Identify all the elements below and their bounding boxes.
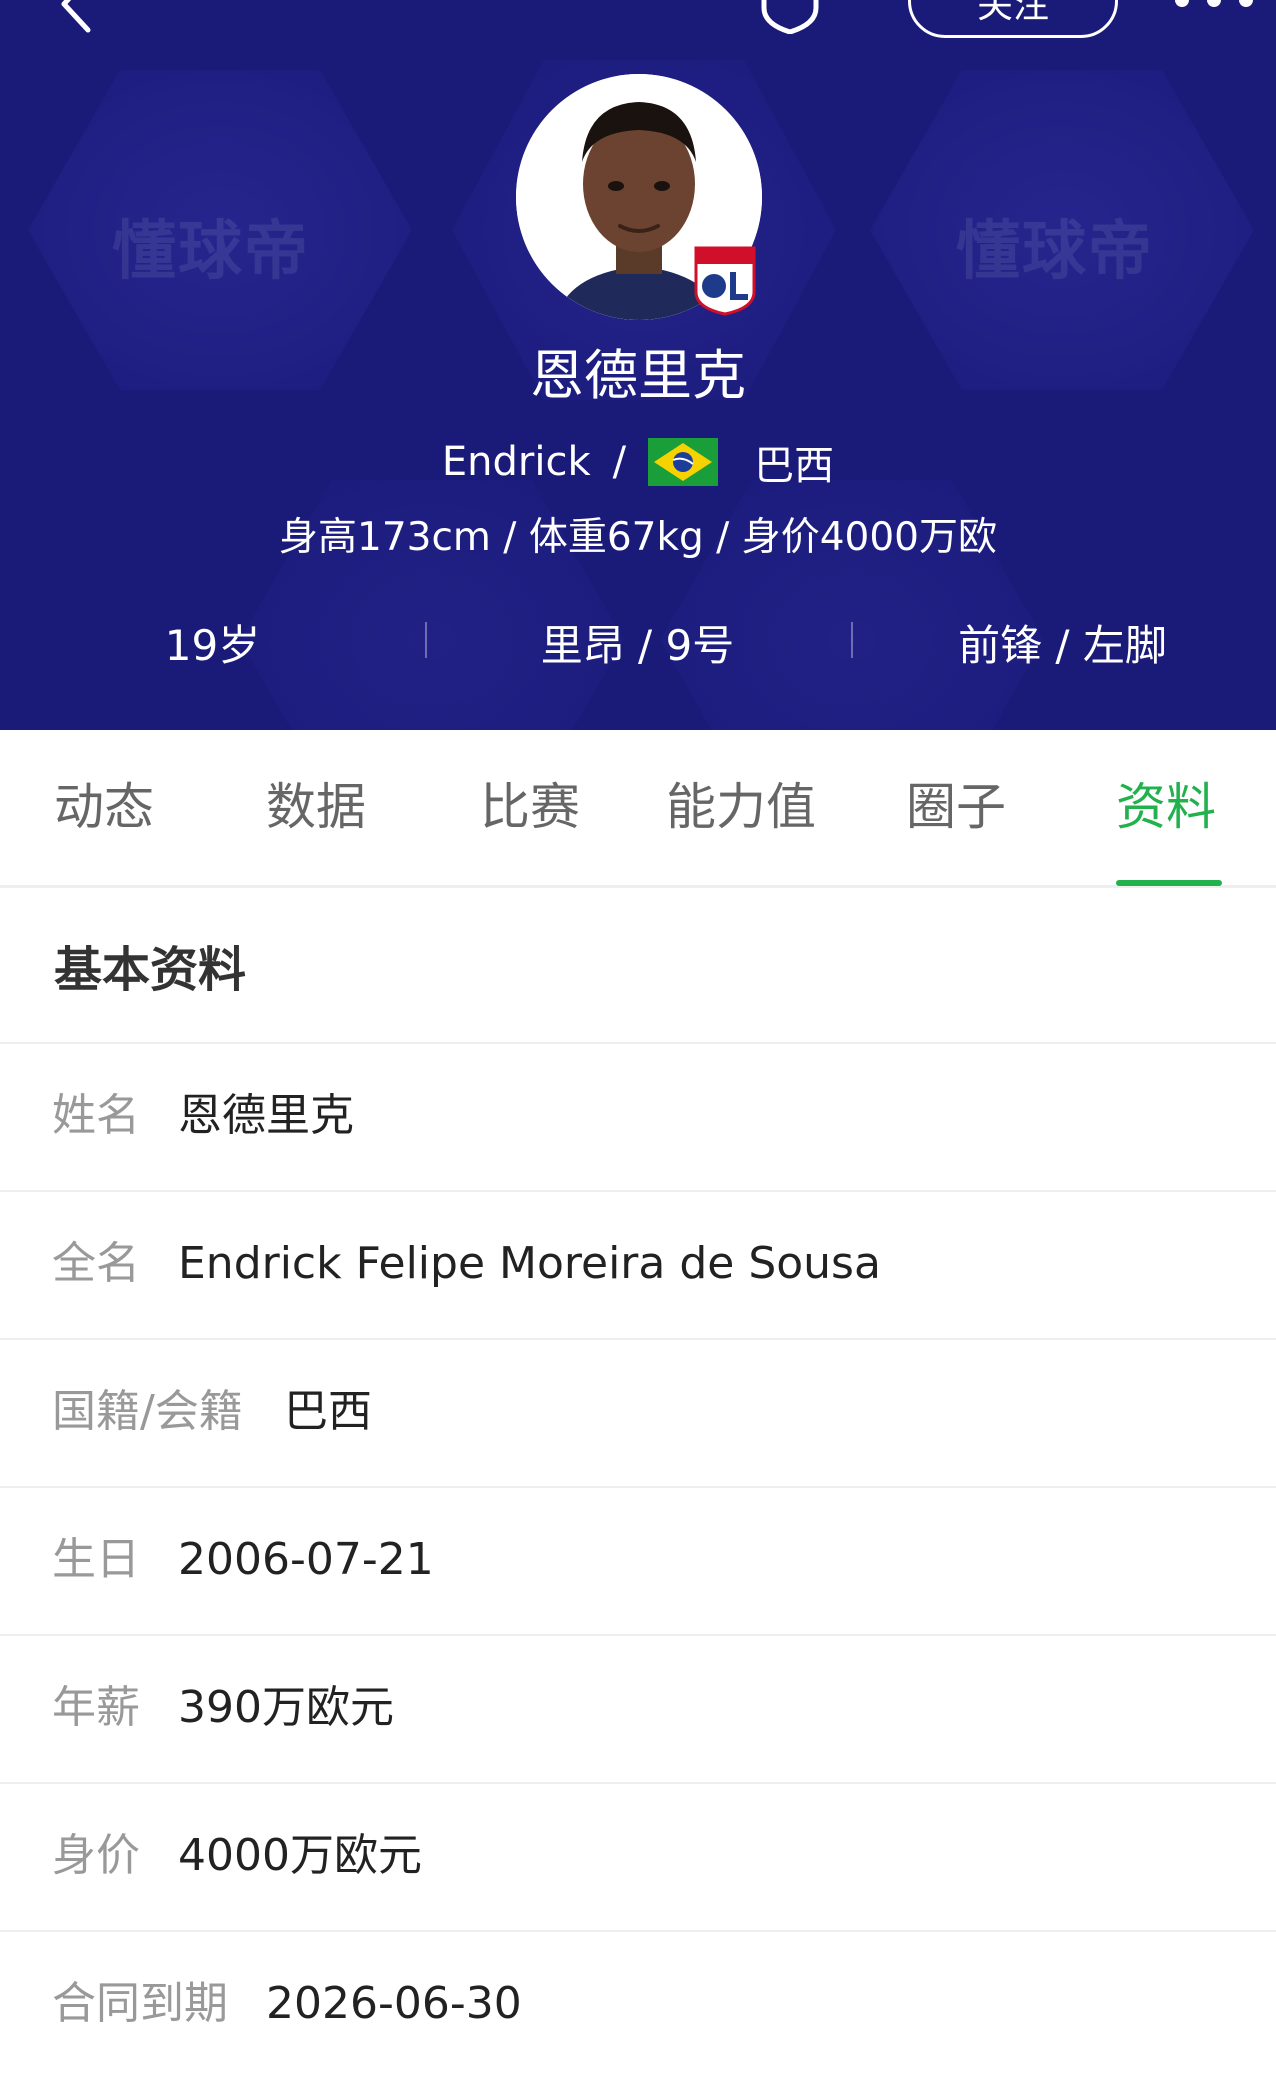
player-nationality: 巴西 (754, 443, 835, 489)
watermark-right: 懂球帝 (956, 215, 1154, 289)
tab-matches[interactable]: 比赛 (480, 772, 580, 842)
info-row-birthday: 生日 2006-07-21 (0, 1488, 1276, 1636)
info-value: 2026-06-30 (266, 1978, 522, 2029)
tab-ability[interactable]: 能力值 (666, 772, 816, 842)
info-value: 390万欧元 (178, 1682, 394, 1733)
info-label: 姓名 (52, 1090, 140, 1141)
tab-feed[interactable]: 动态 (54, 772, 154, 842)
shield-icon[interactable] (756, 0, 824, 34)
section-title: 基本资料 (54, 942, 247, 998)
active-tab-indicator (1116, 880, 1222, 886)
nationality-row: Endrick / 巴西 (0, 432, 1276, 492)
tab-profile[interactable]: 资料 (1116, 772, 1216, 842)
info-label: 合同到期 (52, 1978, 228, 2029)
info-row-salary: 年薪 390万欧元 (0, 1636, 1276, 1784)
follow-button[interactable]: 关注 (908, 0, 1118, 38)
info-row-contract: 合同到期 2026-06-30 (0, 1932, 1276, 2080)
info-value: 2006-07-21 (178, 1534, 434, 1585)
player-position-foot: 前锋 / 左脚 (958, 620, 1167, 670)
brazil-flag-icon (648, 438, 719, 486)
info-label: 年薪 (52, 1682, 140, 1733)
info-label: 国籍/会籍 (52, 1386, 243, 1437)
name-separator: / (612, 439, 627, 485)
info-value: 恩德里克 (178, 1090, 354, 1141)
player-name: 恩德里克 (530, 344, 746, 407)
lyon-club-badge (694, 246, 756, 316)
meta-divider (851, 622, 853, 658)
info-row-name: 姓名 恩德里克 (0, 1044, 1276, 1192)
info-label: 生日 (52, 1534, 140, 1585)
info-value: 巴西 (284, 1386, 372, 1437)
info-row-fullname: 全名 Endrick Felipe Moreira de Sousa (0, 1192, 1276, 1340)
info-value: 4000万欧元 (178, 1830, 422, 1881)
back-arrow-icon[interactable] (44, 0, 114, 40)
player-meta-row: 19岁 里昂 / 9号 前锋 / 左脚 (0, 612, 1276, 672)
tab-bar: 动态 数据 比赛 能力值 圈子 资料 (0, 730, 1276, 888)
player-english-name: Endrick (441, 439, 591, 485)
player-club-number: 里昂 / 9号 (540, 620, 735, 670)
meta-divider (425, 622, 427, 658)
tab-circle[interactable]: 圈子 (906, 772, 1006, 842)
info-value: Endrick Felipe Moreira de Sousa (178, 1238, 881, 1289)
info-label: 身价 (52, 1830, 140, 1881)
player-physical-stats: 身高173cm / 体重67kg / 身价4000万欧 (279, 515, 997, 560)
more-dots-icon[interactable] (1172, 0, 1256, 12)
watermark-left: 懂球帝 (112, 215, 310, 289)
info-label: 全名 (52, 1238, 140, 1289)
tab-stats[interactable]: 数据 (266, 772, 366, 842)
info-row-market-value: 身价 4000万欧元 (0, 1784, 1276, 1932)
player-header: 懂球帝 懂球帝 关注 恩德里克 Endrick / 巴西 身高173cm / 体… (0, 0, 1276, 730)
player-age: 19岁 (164, 620, 261, 670)
info-row-nationality: 国籍/会籍 巴西 (0, 1340, 1276, 1488)
